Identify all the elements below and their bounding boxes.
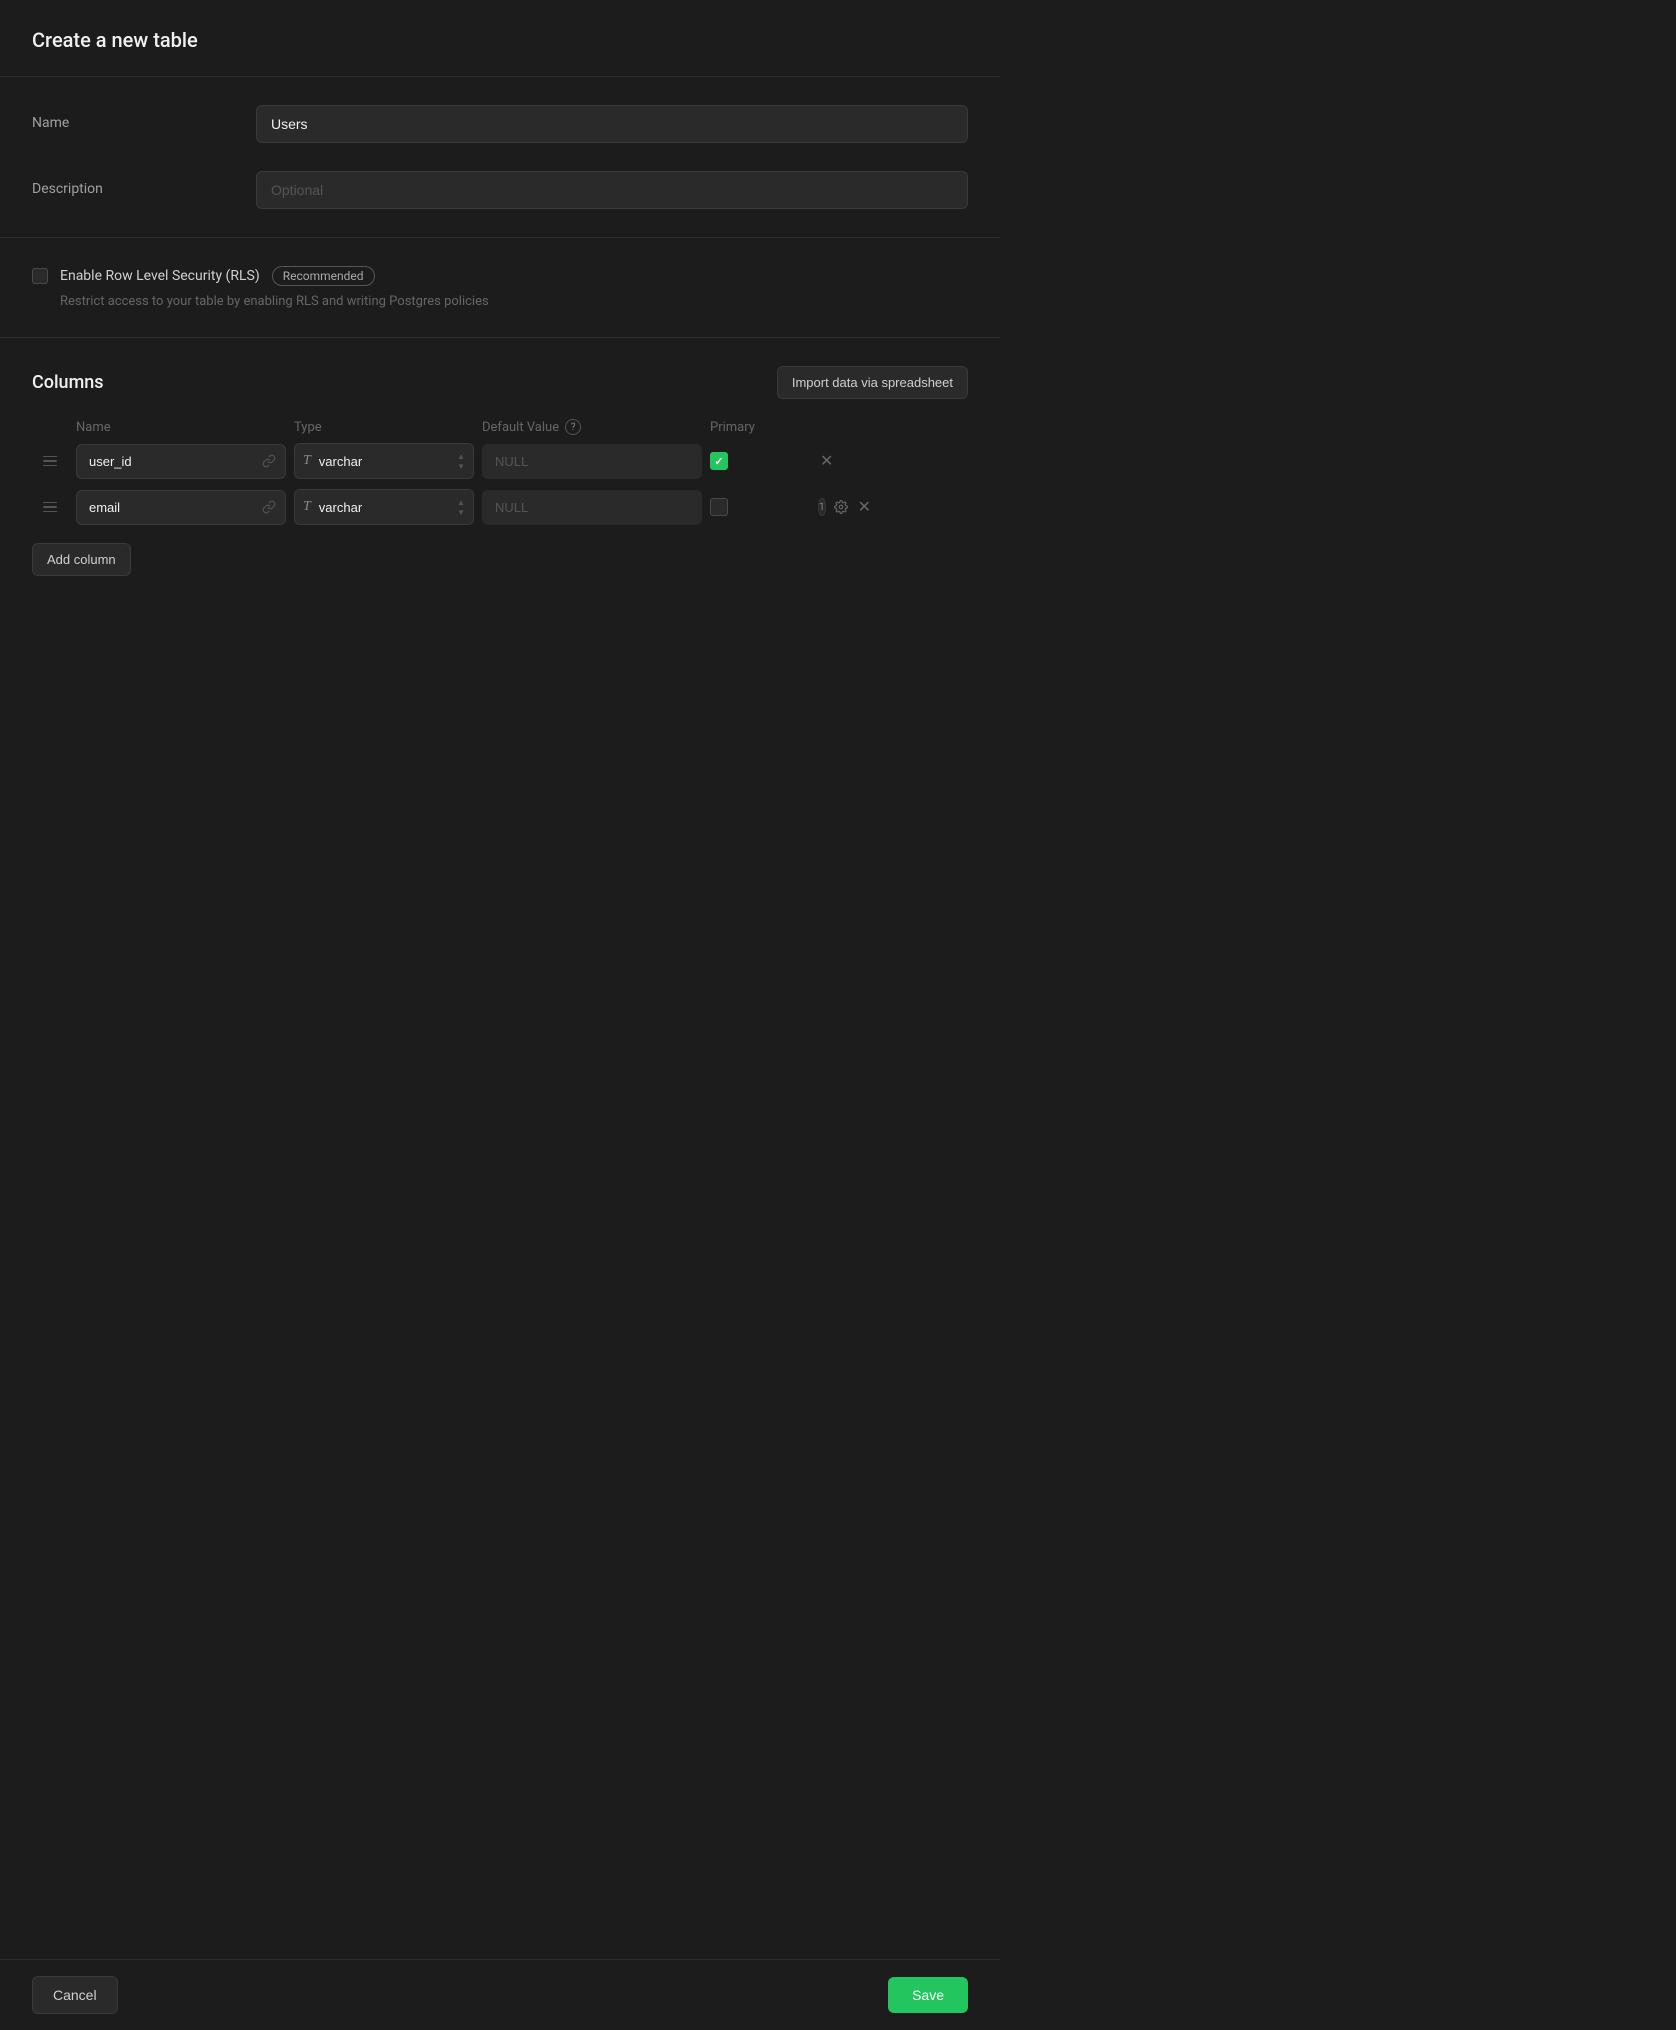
description-input[interactable] bbox=[256, 171, 968, 209]
primary-header: Primary bbox=[710, 420, 810, 435]
primary-checkbox[interactable] bbox=[710, 498, 728, 516]
primary-cell bbox=[710, 452, 810, 470]
col-name-input[interactable] bbox=[76, 444, 286, 479]
name-input[interactable] bbox=[256, 105, 968, 143]
col-name-input[interactable] bbox=[76, 490, 286, 525]
save-button[interactable]: Save bbox=[888, 1977, 968, 2013]
row-actions: 1 ✕ bbox=[818, 495, 858, 519]
type-arrows: ▲ ▼ bbox=[457, 452, 465, 471]
default-value-help-icon[interactable]: ? bbox=[565, 419, 581, 435]
drag-handle[interactable] bbox=[32, 452, 68, 471]
name-header: Name bbox=[76, 420, 286, 435]
columns-title: Columns bbox=[32, 372, 104, 393]
type-header: Type bbox=[294, 420, 474, 435]
description-label: Description bbox=[32, 171, 232, 197]
default-value-input[interactable] bbox=[482, 444, 702, 479]
type-icon: T bbox=[303, 499, 311, 515]
column-headers: Name Type Default Value ? Primary bbox=[32, 419, 968, 443]
delete-row-button[interactable]: ✕ bbox=[818, 449, 835, 473]
add-column-button[interactable]: Add column bbox=[32, 543, 131, 576]
col-name-container bbox=[76, 444, 286, 479]
rls-checkbox[interactable] bbox=[32, 268, 48, 284]
type-icon: T bbox=[303, 453, 311, 469]
name-label: Name bbox=[32, 105, 232, 131]
page-header: Create a new table bbox=[0, 0, 1000, 77]
page-title: Create a new table bbox=[32, 28, 968, 52]
link-svg bbox=[262, 454, 276, 468]
type-select-container: T varchar int8 text bool uuid timestamp … bbox=[294, 489, 474, 525]
footer: Cancel Save bbox=[0, 1959, 1000, 2030]
default-value-input[interactable] bbox=[482, 490, 702, 525]
rls-section: Enable Row Level Security (RLS) Recommen… bbox=[0, 238, 1000, 338]
form-section: Name Description bbox=[0, 77, 1000, 238]
rls-label: Enable Row Level Security (RLS) bbox=[60, 268, 260, 284]
columns-header: Columns Import data via spreadsheet bbox=[32, 366, 968, 399]
primary-checkbox[interactable] bbox=[710, 452, 728, 470]
columns-section: Columns Import data via spreadsheet Name… bbox=[0, 338, 1000, 604]
default-value-header: Default Value ? bbox=[482, 419, 702, 435]
drag-handle[interactable] bbox=[32, 498, 68, 517]
link-icon[interactable] bbox=[260, 498, 278, 516]
type-select[interactable]: varchar int8 text bool uuid timestamp bbox=[319, 500, 449, 515]
gear-svg bbox=[834, 500, 848, 514]
rls-description: Restrict access to your table by enablin… bbox=[60, 294, 968, 309]
action-count-badge: 1 bbox=[818, 498, 826, 516]
table-row: T varchar int8 text bool uuid timestamp … bbox=[32, 489, 968, 525]
cancel-button[interactable]: Cancel bbox=[32, 1976, 118, 2014]
link-icon[interactable] bbox=[260, 452, 278, 470]
settings-button[interactable] bbox=[832, 498, 850, 516]
type-select[interactable]: varchar int8 text bool uuid timestamp bbox=[319, 454, 449, 469]
row-actions: ✕ bbox=[818, 449, 858, 473]
primary-cell bbox=[710, 498, 810, 516]
rls-badge: Recommended bbox=[272, 266, 375, 286]
type-arrows: ▲ ▼ bbox=[457, 498, 465, 517]
import-button[interactable]: Import data via spreadsheet bbox=[777, 366, 968, 399]
delete-row-button[interactable]: ✕ bbox=[856, 495, 873, 519]
table-row: T varchar int8 text bool uuid timestamp … bbox=[32, 443, 968, 479]
link-svg bbox=[262, 500, 276, 514]
type-select-container: T varchar int8 text bool uuid timestamp … bbox=[294, 443, 474, 479]
col-name-container bbox=[76, 490, 286, 525]
